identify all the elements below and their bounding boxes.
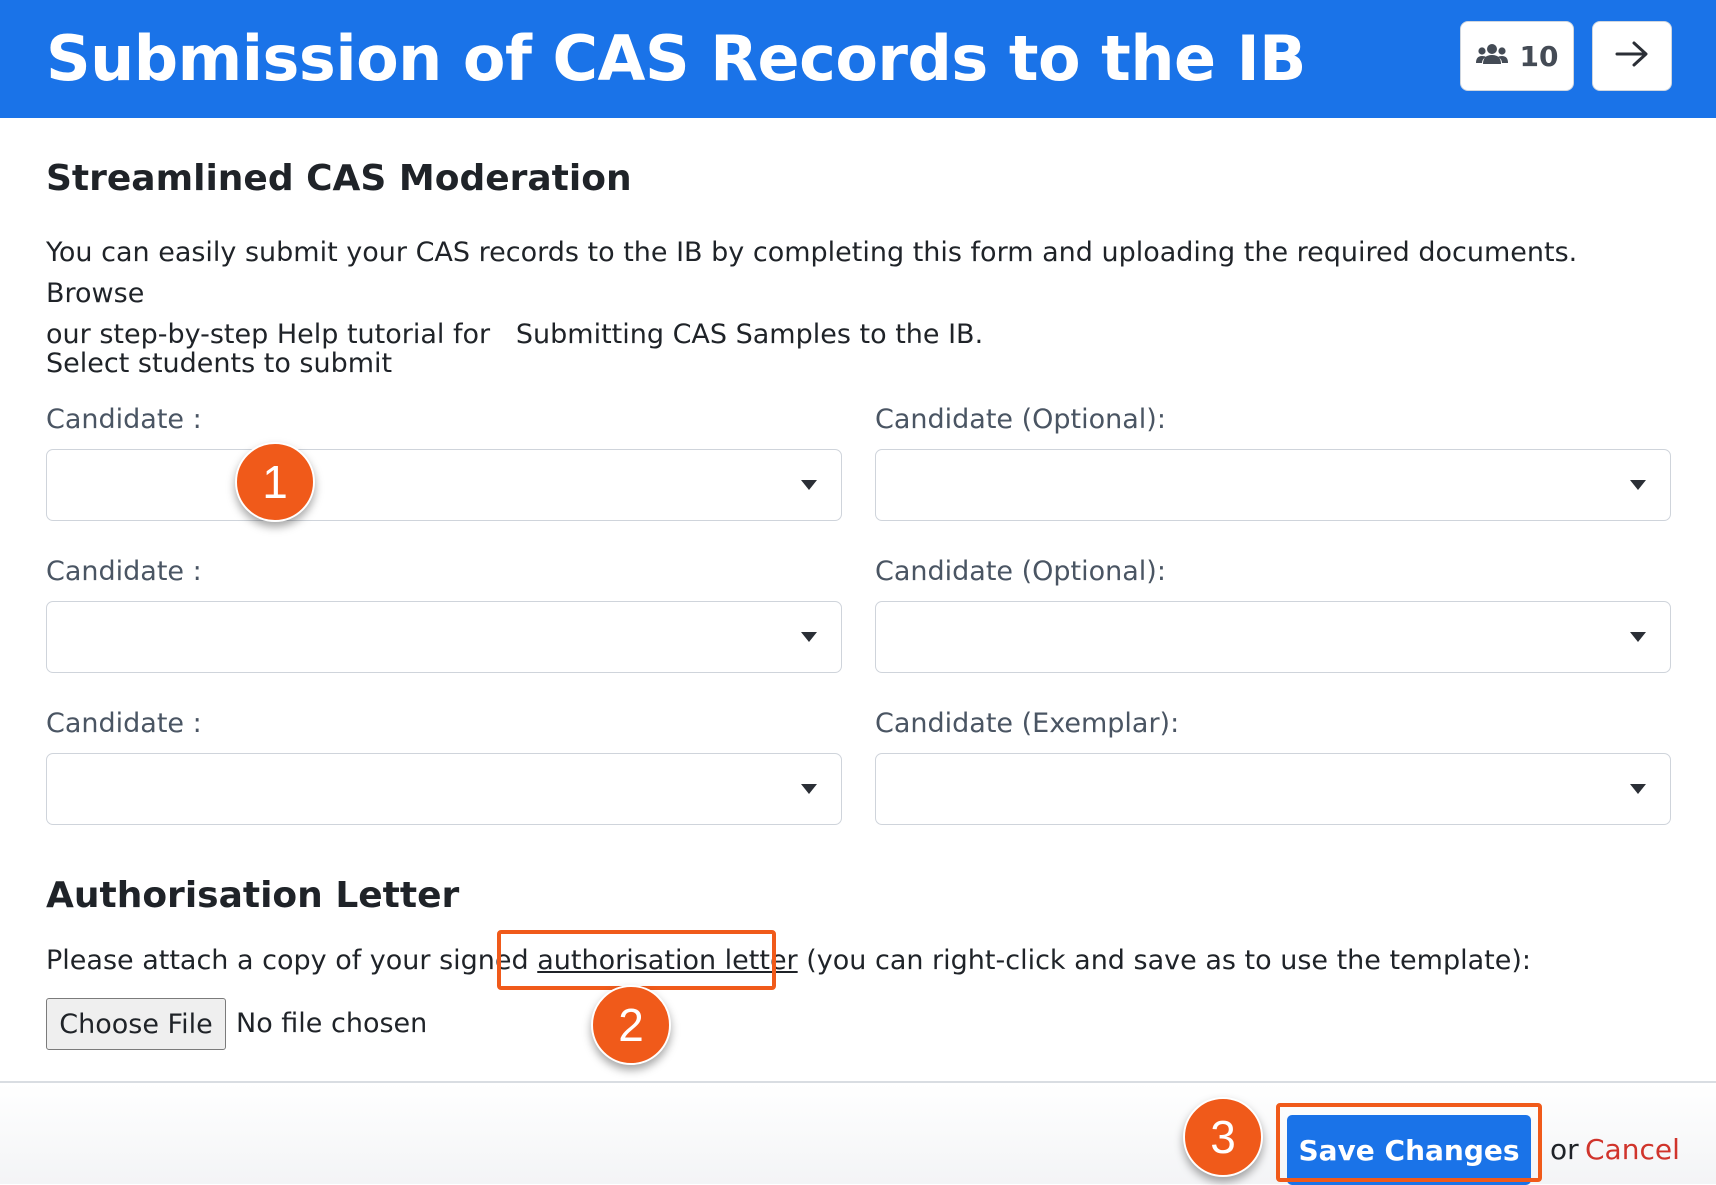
- chevron-down-icon: [1630, 632, 1646, 642]
- step-badge-3: 3: [1183, 1097, 1263, 1177]
- authorisation-heading: Authorisation Letter: [46, 875, 460, 916]
- candidate-label-2: Candidate :: [46, 556, 202, 587]
- chevron-down-icon: [1630, 784, 1646, 794]
- candidate-exemplar-label: Candidate (Exemplar):: [875, 708, 1180, 739]
- authorisation-text-before: Please attach a copy of your signed: [46, 945, 529, 976]
- step-badge-2: 2: [591, 985, 671, 1065]
- page-title: Submission of CAS Records to the IB: [46, 22, 1306, 95]
- moderation-heading: Streamlined CAS Moderation: [46, 158, 632, 199]
- candidate-select-1[interactable]: [46, 449, 842, 521]
- or-text: or: [1550, 1133, 1579, 1166]
- chevron-down-icon: [801, 632, 817, 642]
- candidate-label-1: Candidate :: [46, 404, 202, 435]
- chevron-down-icon: [801, 480, 817, 490]
- file-status: No file chosen: [236, 1008, 428, 1039]
- candidate-optional-select-1[interactable]: [875, 449, 1671, 521]
- highlight-save-button: [1276, 1103, 1542, 1182]
- candidate-select-2[interactable]: [46, 601, 842, 673]
- candidate-optional-label-1: Candidate (Optional):: [875, 404, 1166, 435]
- cancel-link[interactable]: Cancel: [1585, 1133, 1680, 1166]
- chevron-down-icon: [801, 784, 817, 794]
- members-button[interactable]: 10: [1460, 21, 1574, 91]
- highlight-authorisation-link: [497, 930, 776, 990]
- next-button[interactable]: [1592, 21, 1672, 91]
- candidate-optional-label-2: Candidate (Optional):: [875, 556, 1166, 587]
- candidate-label-3: Candidate :: [46, 708, 202, 739]
- page-header: Submission of CAS Records to the IB 10: [0, 0, 1716, 118]
- candidate-exemplar-select[interactable]: [875, 753, 1671, 825]
- choose-file-button[interactable]: Choose File: [46, 998, 226, 1050]
- candidate-optional-select-2[interactable]: [875, 601, 1671, 673]
- member-count: 10: [1519, 39, 1559, 73]
- intro-text: You can easily submit your CAS records t…: [46, 232, 1676, 355]
- candidate-select-3[interactable]: [46, 753, 842, 825]
- authorisation-text: Please attach a copy of your signed auth…: [46, 945, 1531, 976]
- users-icon: [1475, 40, 1508, 73]
- arrow-right-icon: [1614, 39, 1650, 73]
- step-badge-1: 1: [235, 442, 315, 522]
- chevron-down-icon: [1630, 480, 1646, 490]
- intro-line-1: You can easily submit your CAS records t…: [46, 237, 1578, 309]
- select-prompt: Select students to submit: [46, 348, 393, 379]
- authorisation-text-after: (you can right-click and save as to use …: [806, 945, 1531, 976]
